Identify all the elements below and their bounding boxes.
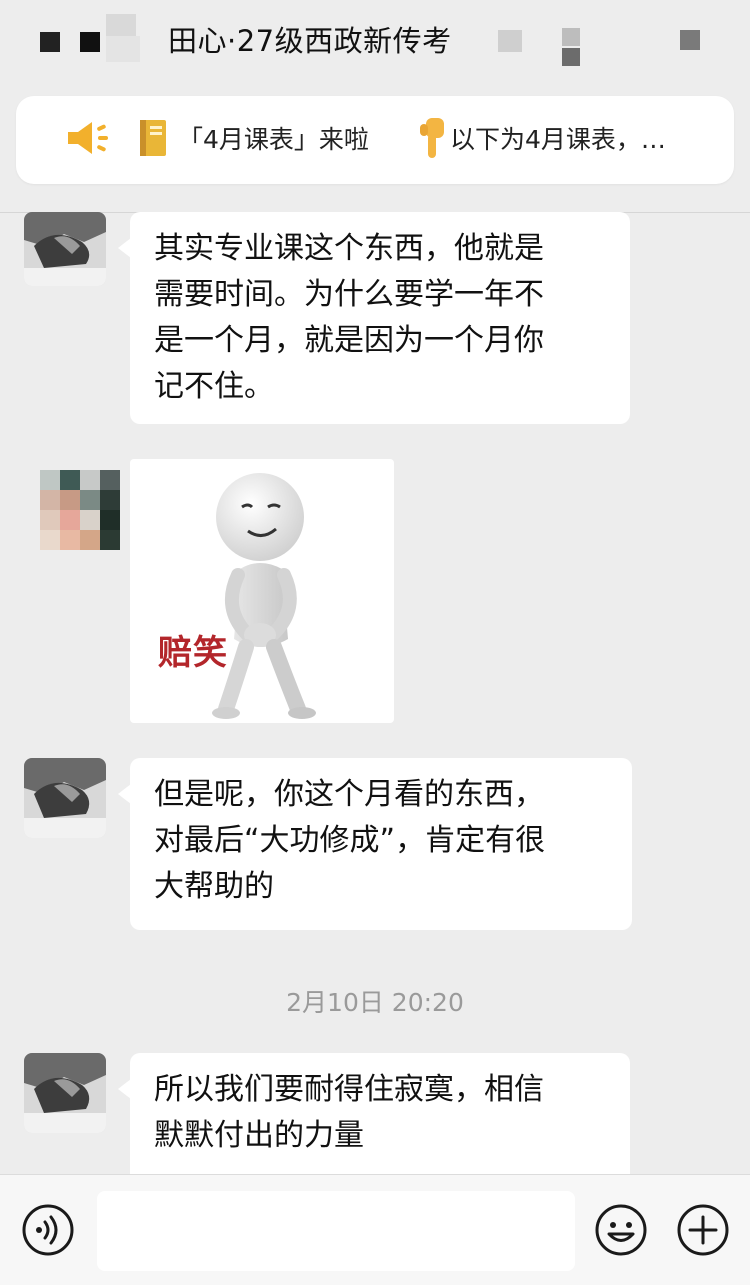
notice-text: 「4月课表」来啦 — [178, 125, 369, 154]
plus-icon[interactable] — [676, 1203, 730, 1257]
message-line: 对最后“大功修成”，肯定有很 — [154, 823, 546, 858]
notice-text-preview: 以下为4月课表，… — [450, 125, 666, 154]
voice-icon[interactable] — [21, 1203, 75, 1257]
avatar[interactable] — [24, 212, 106, 286]
pinned-notice[interactable]: 「4月课表」来啦 以下为4月课表，… — [16, 96, 734, 184]
message-line: 大帮助的 — [154, 869, 274, 904]
sticker-caption: 赔笑 — [158, 633, 228, 673]
message-bubble[interactable]: 所以我们要耐得住寂寞，相信 默默付出的力量 — [118, 1053, 630, 1174]
message-bubble[interactable]: 其实专业课这个东西，他就是 需要时间。为什么要学一年不 是一个月，就是因为一个月… — [118, 212, 630, 424]
notebook-icon — [140, 120, 166, 156]
emoji-icon[interactable] — [594, 1203, 648, 1257]
chat-header: 田心·27级西政新传考 — [0, 0, 750, 90]
obscured-title-tail-3 — [562, 48, 580, 66]
message-timestamp: 2月10日 20:20 — [286, 988, 464, 1017]
obscured-title-tail — [498, 30, 522, 52]
speaker-icon — [68, 122, 108, 154]
avatar[interactable] — [24, 1053, 106, 1133]
sticker-image[interactable]: 赔笑 — [130, 459, 394, 723]
avatar[interactable] — [24, 758, 106, 838]
smiling-figure-icon — [212, 473, 316, 719]
message-bubble[interactable]: 但是呢，你这个月看的东西， 对最后“大功修成”，肯定有很 大帮助的 — [118, 758, 632, 930]
input-bar — [0, 1174, 750, 1285]
message-line: 记不住。 — [154, 369, 274, 404]
message-line: 是一个月，就是因为一个月你 — [154, 323, 544, 358]
obscured-title-tail-2 — [562, 28, 580, 46]
message-line: 但是呢，你这个月看的东西， — [154, 777, 544, 812]
pointing-down-hand-icon — [420, 118, 444, 158]
avatar-mosaic[interactable] — [40, 470, 120, 550]
message-input[interactable] — [97, 1191, 575, 1271]
message-line: 默默付出的力量 — [154, 1118, 364, 1153]
chat-title: 田心·27级西政新传考 — [168, 24, 452, 58]
obscured-back-area[interactable] — [36, 14, 146, 66]
message-line: 所以我们要耐得住寂寞，相信 — [154, 1072, 544, 1107]
message-line: 其实专业课这个东西，他就是 — [154, 231, 544, 266]
more-icon[interactable] — [680, 30, 700, 50]
message-line: 需要时间。为什么要学一年不 — [154, 277, 544, 312]
